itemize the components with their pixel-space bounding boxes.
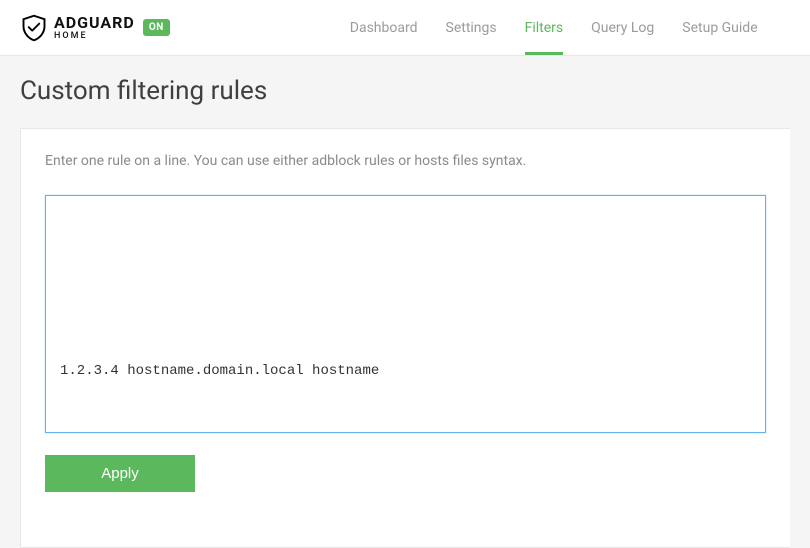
rules-input[interactable]: 1.2.3.4 hostname.domain.local hostname <box>45 195 766 433</box>
app-header: ADGUARD HOME ON Dashboard Settings Filte… <box>0 0 810 56</box>
nav-query-log[interactable]: Query Log <box>591 0 654 55</box>
status-badge: ON <box>143 19 170 36</box>
brand-main: ADGUARD <box>54 15 135 31</box>
logo-text: ADGUARD HOME <box>54 15 135 41</box>
rules-card: Enter one rule on a line. You can use ei… <box>20 128 790 548</box>
instructions-text: Enter one rule on a line. You can use ei… <box>45 153 766 169</box>
nav-setup-guide[interactable]: Setup Guide <box>682 0 757 55</box>
main-nav: Dashboard Settings Filters Query Log Set… <box>350 0 758 55</box>
nav-settings[interactable]: Settings <box>446 0 497 55</box>
brand-sub: HOME <box>54 32 135 41</box>
nav-filters[interactable]: Filters <box>525 0 564 55</box>
nav-dashboard[interactable]: Dashboard <box>350 0 418 55</box>
page-title: Custom filtering rules <box>20 76 790 106</box>
shield-check-icon <box>20 14 48 42</box>
page-content: Custom filtering rules Enter one rule on… <box>0 56 810 548</box>
logo[interactable]: ADGUARD HOME <box>20 14 135 42</box>
apply-button[interactable]: Apply <box>45 455 195 492</box>
